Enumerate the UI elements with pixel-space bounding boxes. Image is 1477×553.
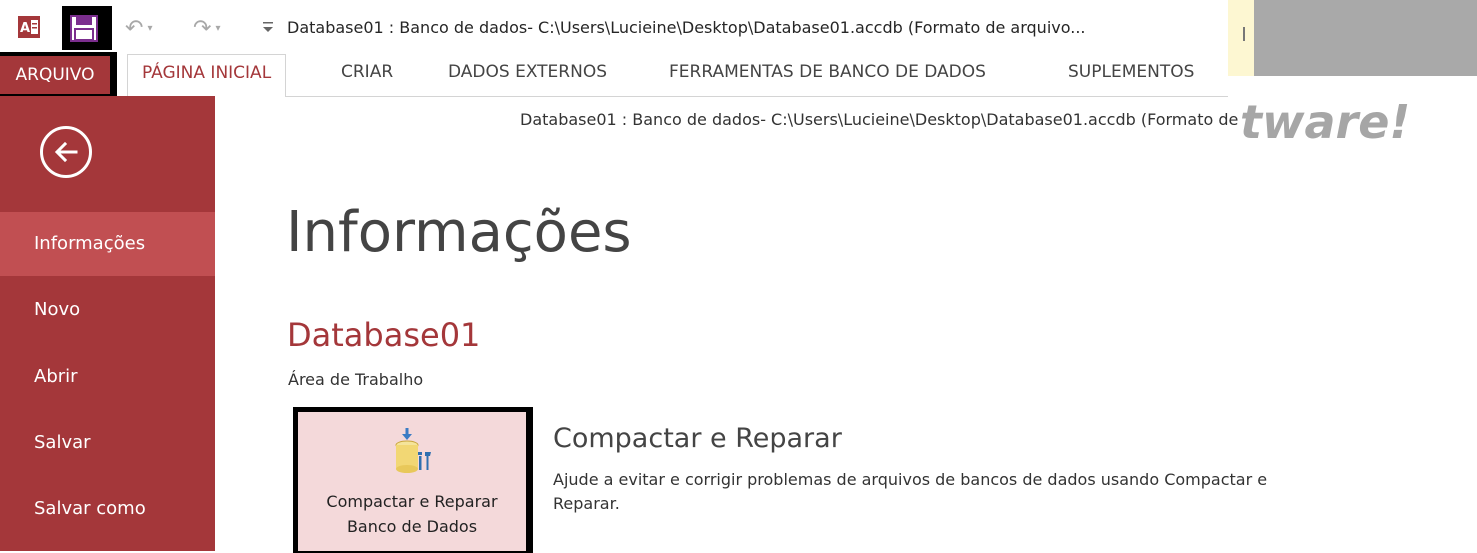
database-name: Database01 <box>287 316 481 354</box>
sidebar-item-novo[interactable]: Novo <box>0 278 215 342</box>
compact-repair-description: Ajude a evitar e corrigir problemas de a… <box>553 470 1268 513</box>
redo-button[interactable]: ↷ ▾ <box>193 16 233 41</box>
tab-arquivo[interactable]: ARQUIVO <box>0 56 110 94</box>
compact-repair-icon <box>394 428 434 474</box>
compact-repair-button[interactable]: Compactar e Reparar Banco de Dados <box>298 412 526 551</box>
access-app-icon[interactable]: A <box>18 16 40 38</box>
sidebar-item-salvar-como[interactable]: Salvar como <box>0 477 215 541</box>
tab-ferramentas-banco-de-dados[interactable]: FERRAMENTAS DE BANCO DE DADOS <box>669 62 986 82</box>
compact-repair-label-line1: Compactar e Reparar <box>326 492 498 511</box>
back-arrow-icon <box>54 141 78 163</box>
back-button[interactable] <box>40 126 92 178</box>
title-bar-strip <box>1228 0 1254 76</box>
sidebar-item-abrir[interactable]: Abrir <box>0 345 215 409</box>
title-bar: A ↶ ▾ ↷ ▾ Database01 : Banco de dados- C:\… <box>0 0 1228 52</box>
undo-button[interactable]: ↶ ▾ <box>125 16 165 41</box>
sidebar-item-salvar[interactable]: Salvar <box>0 411 215 475</box>
tab-criar[interactable]: CRIAR <box>341 62 393 82</box>
customize-quick-access-icon[interactable] <box>262 20 274 38</box>
window-title: Database01 : Banco de dados- C:\Users\Lu… <box>287 18 1086 37</box>
compact-repair-label-line2: Banco de Dados <box>346 517 478 536</box>
tab-suplementos[interactable]: SUPLEMENTOS <box>1068 62 1194 82</box>
compact-repair-label: Compactar e Reparar Banco de Dados <box>298 489 526 539</box>
undo-icon: ↶ <box>125 16 144 41</box>
tab-dados-externos[interactable]: DADOS EXTERNOS <box>448 62 607 82</box>
compact-repair-title: Compactar e Reparar <box>553 423 842 454</box>
undo-dropdown-icon[interactable]: ▾ <box>147 23 152 34</box>
page-title: Informações <box>286 200 632 265</box>
svg-text:A: A <box>20 21 30 36</box>
background-panel <box>1254 0 1477 76</box>
divider <box>1243 27 1245 41</box>
redo-dropdown-icon[interactable]: ▾ <box>215 23 220 34</box>
file-path: Database01 : Banco de dados- C:\Users\Lu… <box>520 110 1240 129</box>
save-icon[interactable] <box>70 15 98 42</box>
sidebar-item-informacoes[interactable]: Informações <box>0 212 215 276</box>
database-location: Área de Trabalho <box>288 370 424 389</box>
backstage-sidebar: Informações Novo Abrir Salvar Salvar com… <box>0 96 215 551</box>
ribbon-tabs: ARQUIVO PÁGINA INICIAL CRIAR DADOS EXTER… <box>0 52 1228 99</box>
watermark-text: tware! <box>1240 95 1411 149</box>
tab-pagina-inicial[interactable]: PÁGINA INICIAL <box>127 54 287 97</box>
redo-icon: ↷ <box>193 16 212 41</box>
